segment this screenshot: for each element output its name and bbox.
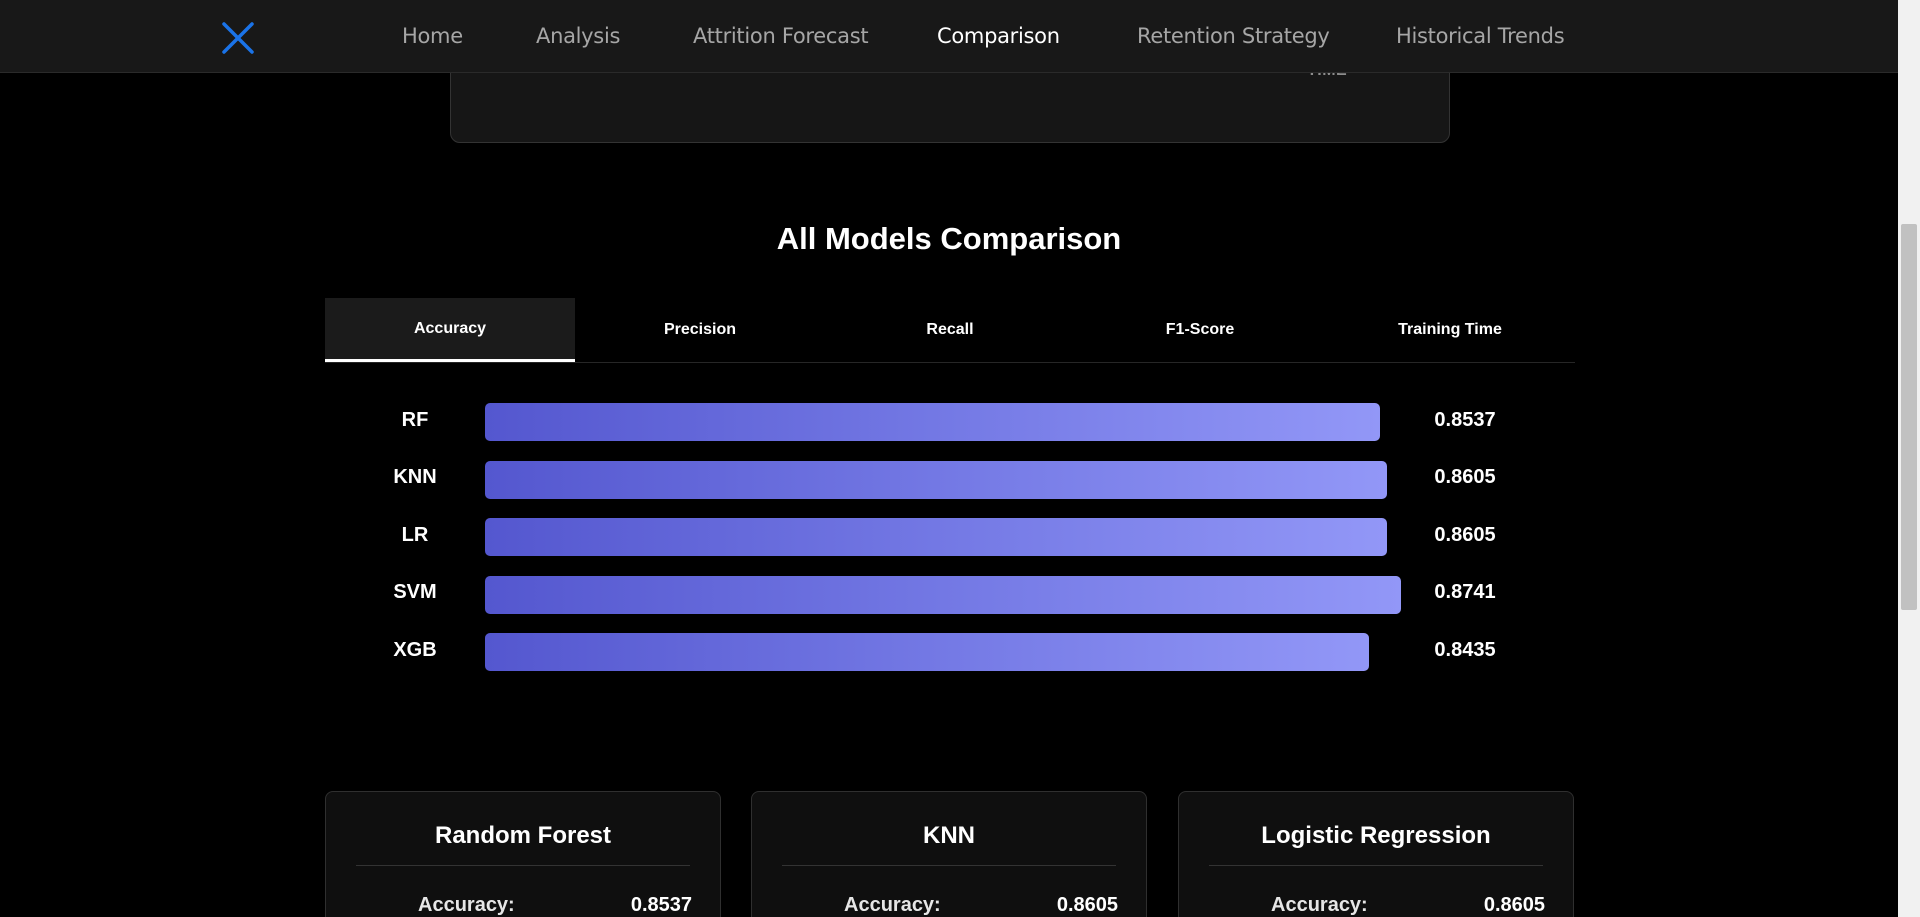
- nav-link-comparison[interactable]: Comparison: [937, 24, 1060, 48]
- bar-value: 0.8537: [1434, 409, 1496, 431]
- nav-link-retention-strategy[interactable]: Retention Strategy: [1137, 24, 1330, 48]
- nav-links: Home Analysis Attrition Forecast Compari…: [0, 0, 1898, 73]
- model-card-logistic-regression: Logistic Regression Accuracy: 0.8605: [1178, 791, 1574, 917]
- bar-label: SVM: [393, 581, 437, 603]
- page-scrollbar[interactable]: [1898, 0, 1920, 917]
- nav-link-analysis[interactable]: Analysis: [536, 24, 620, 48]
- model-card-title: KNN: [782, 822, 1116, 866]
- top-navigation: Home Analysis Attrition Forecast Compari…: [0, 0, 1898, 73]
- bar-fill: [485, 461, 1387, 499]
- nav-link-historical-trends[interactable]: Historical Trends: [1396, 24, 1565, 48]
- bar-value: 0.8605: [1434, 466, 1496, 488]
- scrollbar-thumb[interactable]: [1901, 224, 1917, 610]
- section-title: All Models Comparison: [776, 221, 1122, 256]
- model-card-title: Logistic Regression: [1209, 822, 1543, 866]
- model-card-title: Random Forest: [356, 822, 690, 866]
- metric-label: Accuracy:: [1271, 894, 1368, 916]
- tab-accuracy[interactable]: Accuracy: [325, 298, 575, 362]
- bar-track: [485, 403, 1380, 441]
- metric-value: 0.8605: [1056, 894, 1118, 916]
- bar-fill: [485, 403, 1380, 441]
- bar-fill: [485, 576, 1401, 614]
- bar-value: 0.8605: [1434, 524, 1496, 546]
- tab-f1-score[interactable]: F1-Score: [1075, 298, 1325, 362]
- tab-training-time[interactable]: Training Time: [1325, 298, 1575, 362]
- model-card-random-forest: Random Forest Accuracy: 0.8537: [325, 791, 721, 917]
- metric-value: 0.8605: [1483, 894, 1545, 916]
- metric-label: Accuracy:: [418, 894, 515, 916]
- bar-label: XGB: [393, 639, 437, 661]
- bar-track: [485, 633, 1369, 671]
- bar-value: 0.8435: [1434, 639, 1496, 661]
- page: TIME Home Analysis Attrition Forecast Co…: [0, 0, 1920, 917]
- bar-fill: [485, 518, 1387, 556]
- tab-recall[interactable]: Recall: [825, 298, 1075, 362]
- bar-label: KNN: [393, 466, 437, 488]
- comparison-bar-chart: RF 0.8537 KNN 0.8605 LR 0.8605 SVM 0.874…: [325, 400, 1575, 680]
- tab-precision[interactable]: Precision: [575, 298, 825, 362]
- bar-label: RF: [401, 409, 429, 431]
- bar-label: LR: [401, 524, 429, 546]
- metric-label: Accuracy:: [844, 894, 941, 916]
- bar-track: [485, 518, 1387, 556]
- metric-value: 0.8537: [630, 894, 692, 916]
- bar-track: [485, 461, 1387, 499]
- nav-link-attrition-forecast[interactable]: Attrition Forecast: [693, 24, 869, 48]
- bar-value: 0.8741: [1434, 581, 1496, 603]
- bar-fill: [485, 633, 1369, 671]
- nav-link-home[interactable]: Home: [402, 24, 463, 48]
- model-card-knn: KNN Accuracy: 0.8605: [751, 791, 1147, 917]
- bar-track: [485, 576, 1401, 614]
- metric-tabs: Accuracy Precision Recall F1-Score Train…: [325, 298, 1575, 363]
